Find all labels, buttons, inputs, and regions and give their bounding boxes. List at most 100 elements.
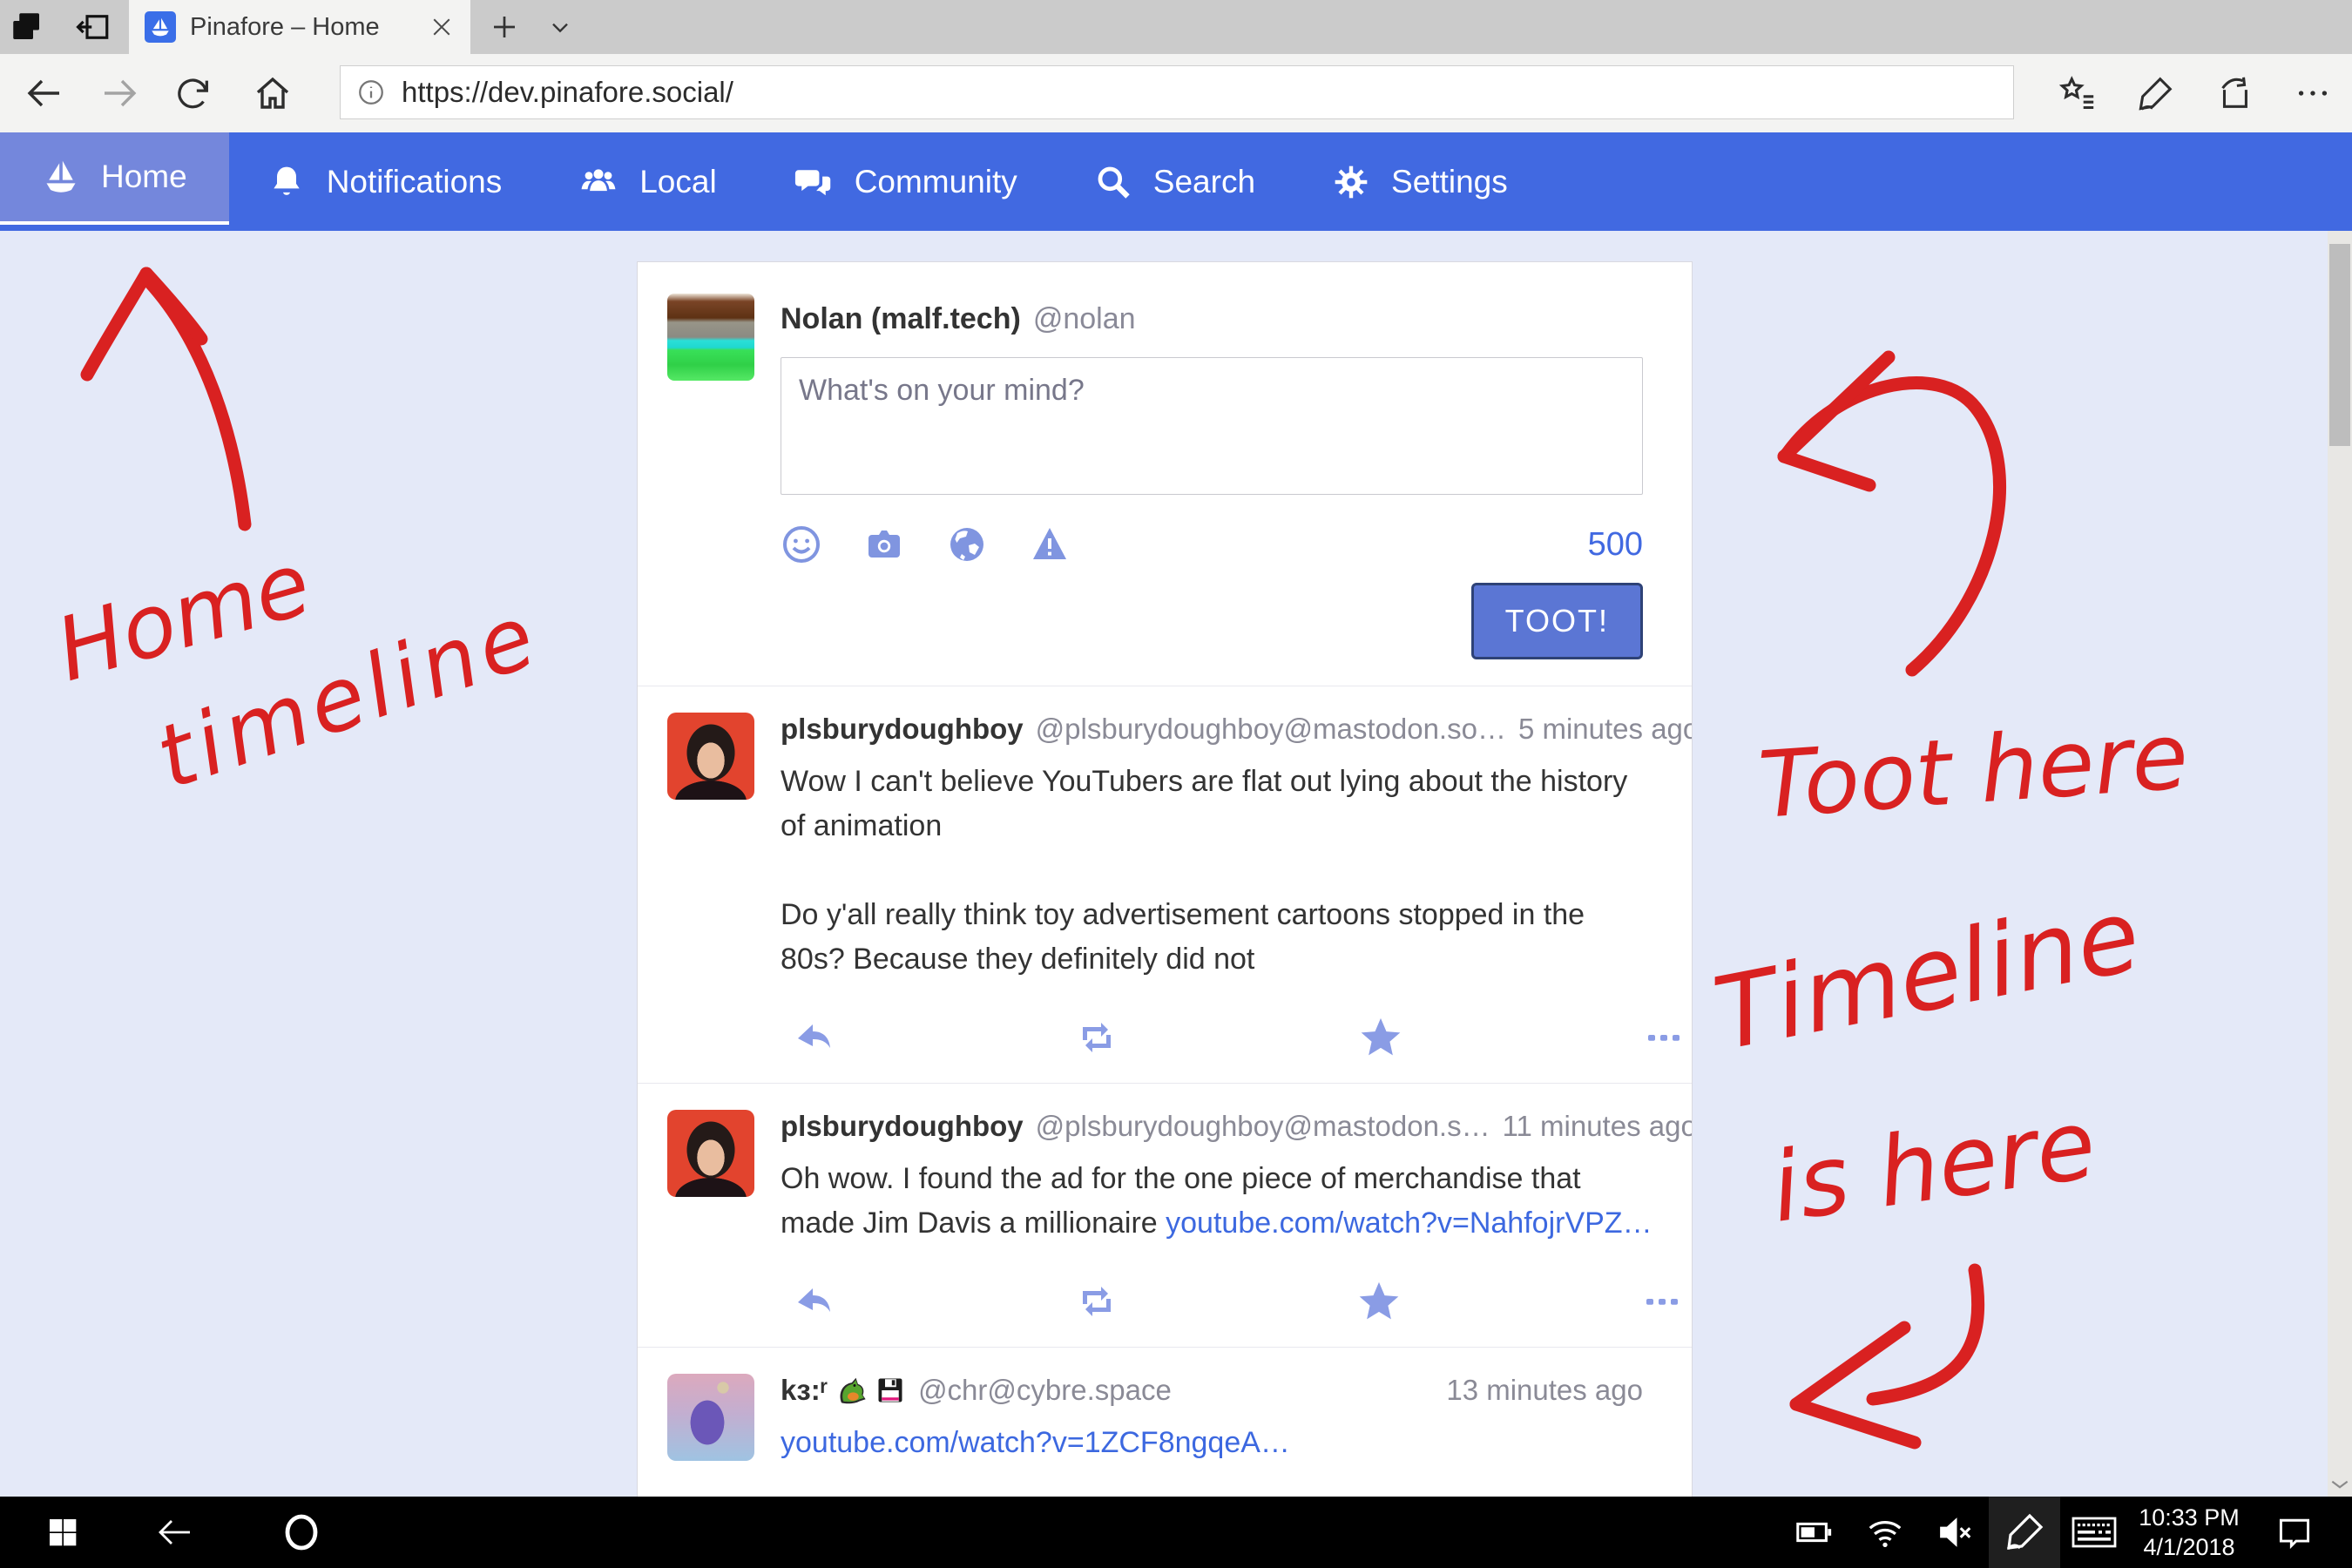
wifi-icon[interactable] [1857,1497,1913,1568]
nav-tab-home[interactable]: Home [0,132,229,225]
browser-tab[interactable]: Pinafore – Home [129,0,470,54]
compose-toolbar: 500 [781,524,1643,565]
scrollbar-down-arrow-icon[interactable] [2328,1476,2351,1493]
post-header: plsburydoughboy @plsburydoughboy@mastodo… [781,1110,1693,1143]
forward-icon[interactable] [92,54,148,132]
nav-label: Settings [1391,164,1508,200]
pinafore-favicon [145,11,176,43]
pinafore-page: Nolan (malf.tech) @nolan [0,231,2352,1497]
screen: Pinafore – Home https://de [0,0,2352,1568]
nav-label: Home [101,159,187,195]
clock-time: 10:33 PM [2139,1503,2240,1532]
post-timestamp[interactable]: 11 minutes ago [1503,1110,1693,1143]
post-timestamp[interactable]: 13 minutes ago [1446,1374,1643,1407]
pinafore-nav: Home Notifications Local Community Searc… [0,132,2352,231]
post-link[interactable]: youtube.com/watch?v=NahfojrVPZ… [1166,1206,1652,1240]
reply-icon[interactable] [793,1281,838,1322]
post-actions [781,1279,1693,1324]
post-handle: @chr@cybre.space [918,1374,1172,1407]
post-header: plsburydoughboy @plsburydoughboy@mastodo… [781,713,1693,746]
favorite-star-icon[interactable] [1355,1279,1403,1324]
touch-keyboard-icon[interactable] [2063,1497,2126,1568]
home-icon[interactable] [245,54,301,132]
refresh-icon[interactable] [166,54,221,132]
post-avatar[interactable] [667,713,754,800]
nav-tab-notifications[interactable]: Notifications [229,132,541,231]
toot-button[interactable]: TOOT! [1471,583,1643,659]
timeline-post: plsburydoughboy @plsburydoughboy@mastodo… [638,686,1692,1083]
favorites-hub-icon[interactable] [2058,73,2098,113]
char-remaining-count: 500 [1588,526,1643,564]
favorite-star-icon[interactable] [1356,1015,1405,1060]
volume-muted-icon[interactable] [1927,1497,1983,1568]
post-display-name[interactable]: plsburydoughboy [781,1110,1024,1143]
gear-icon [1332,163,1370,201]
dragon-emoji [835,1374,868,1407]
search-icon [1094,163,1132,201]
close-tab-icon[interactable] [429,14,455,40]
tab-list-chevron-icon[interactable] [533,0,587,54]
boost-icon[interactable] [1074,1281,1119,1322]
boost-icon[interactable] [1074,1017,1119,1058]
set-tabs-aside-icon[interactable] [66,0,120,54]
compose-avatar [667,294,754,381]
nav-tab-local[interactable]: Local [540,132,754,231]
post-handle: @plsburydoughboy@mastodon.so… [1036,713,1506,746]
share-icon[interactable] [2214,73,2254,113]
compose-box: Nolan (malf.tech) @nolan [638,262,1692,686]
emoji-picker-icon[interactable] [781,524,822,565]
nav-tab-community[interactable]: Community [755,132,1056,231]
compose-handle: @nolan [1033,302,1136,336]
address-bar[interactable]: https://dev.pinafore.social/ [340,65,2014,119]
nav-tab-search[interactable]: Search [1056,132,1294,231]
globe-icon[interactable] [946,524,988,565]
post-avatar[interactable] [667,1110,754,1197]
post-link[interactable]: youtube.com/watch?v=1ZCF8ngqeA… [781,1426,1290,1459]
new-tab-icon[interactable] [477,0,531,54]
floppy-disk-emoji [875,1375,906,1406]
compose-submit-row: TOOT! [781,583,1643,659]
windows-ink-pen-icon[interactable] [1989,1497,2060,1568]
more-menu-icon[interactable] [2293,73,2333,113]
tab-title: Pinafore – Home [190,13,420,42]
post-handle: @plsburydoughboy@mastodon.s… [1036,1110,1490,1143]
post-timestamp[interactable]: 5 minutes ago [1518,713,1693,746]
taskbar-clock[interactable]: 10:33 PM 4/1/2018 [2132,1497,2246,1568]
camera-icon[interactable] [862,524,906,565]
post-display-name[interactable]: plsburydoughboy [781,713,1024,746]
compose-display-name: Nolan (malf.tech) [781,302,1021,336]
compose-input[interactable] [781,357,1643,495]
more-actions-icon[interactable] [1641,1017,1686,1058]
page-scrollbar[interactable] [2328,231,2352,1497]
action-center-icon[interactable] [2267,1497,2322,1568]
timeline-post: plsburydoughboy @plsburydoughboy@mastodo… [638,1083,1692,1347]
post-header: kз:ʳ @chr@cybre.space 13 minutes ago [781,1374,1643,1407]
nav-label: Local [639,164,716,200]
cortana-icon[interactable] [274,1497,329,1568]
clock-date: 4/1/2018 [2143,1532,2234,1562]
timeline-post: kз:ʳ @chr@cybre.space 13 minutes ago you… [638,1347,1692,1497]
site-info-icon[interactable] [356,78,386,107]
browser-tab-bar: Pinafore – Home [0,0,2352,54]
post-body: youtube.com/watch?v=1ZCF8ngqeA… [781,1421,1643,1465]
reply-icon[interactable] [793,1017,838,1058]
post-display-name[interactable]: kз:ʳ [781,1374,906,1407]
battery-icon[interactable] [1786,1497,1842,1568]
nav-tab-settings[interactable]: Settings [1294,132,1546,231]
bell-icon [267,163,306,201]
tab-preview-icon[interactable] [0,0,54,54]
post-avatar[interactable] [667,1374,754,1461]
more-actions-icon[interactable] [1639,1281,1685,1322]
start-button-icon[interactable] [35,1497,91,1568]
browser-toolbar: https://dev.pinafore.social/ [0,54,2352,132]
content-warning-icon[interactable] [1028,524,1071,565]
windows-taskbar: 10:33 PM 4/1/2018 [0,1497,2352,1568]
back-icon[interactable] [16,54,71,132]
post-actions [781,1015,1693,1060]
scrollbar-thumb[interactable] [2329,244,2350,446]
taskbar-back-icon[interactable] [146,1497,202,1568]
compose-user-row: Nolan (malf.tech) @nolan [781,302,1643,336]
post-name-text: kз:ʳ [781,1374,828,1407]
web-note-pen-icon[interactable] [2136,73,2176,113]
people-icon [578,163,618,201]
